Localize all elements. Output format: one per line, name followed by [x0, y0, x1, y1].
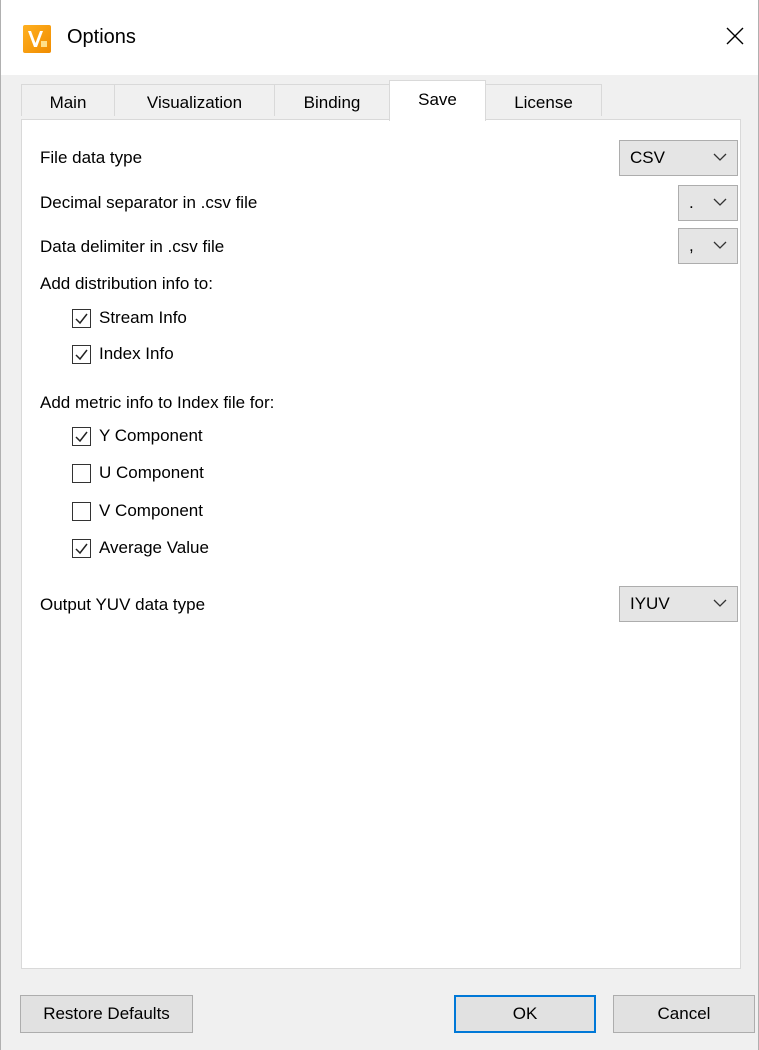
decimal-separator-value: .	[689, 193, 694, 212]
checkbox-label: V Component	[99, 501, 203, 520]
checkbox-box	[72, 501, 91, 521]
checkbox-box	[72, 538, 91, 558]
tab-visualization[interactable]: Visualization	[114, 84, 275, 116]
vq-analyzer-icon	[23, 25, 51, 53]
file-data-type-label: File data type	[40, 148, 143, 167]
checkbox-box	[72, 308, 91, 328]
index-info-checkbox[interactable]: Index Info	[72, 344, 174, 364]
chevron-down-icon	[713, 153, 727, 161]
checkmark-icon	[75, 313, 88, 324]
y-component-checkbox[interactable]: Y Component	[72, 426, 203, 446]
checkbox-label: Stream Info	[99, 308, 187, 327]
output-yuv-value: IYUV	[630, 594, 670, 613]
tab-bar: Main Visualization Binding Save License	[21, 80, 741, 121]
data-delimiter-select[interactable]: ,	[678, 228, 738, 264]
checkmark-icon	[75, 543, 88, 554]
data-delimiter-value: ,	[689, 236, 694, 255]
output-yuv-label: Output YUV data type	[40, 595, 206, 614]
output-yuv-select[interactable]: IYUV	[619, 586, 738, 622]
options-dialog: Options Main Visualization Binding Save …	[0, 0, 759, 1050]
checkmark-icon	[75, 349, 88, 360]
file-data-type-value: CSV	[630, 148, 665, 167]
checkbox-label: Y Component	[99, 426, 203, 445]
chevron-down-icon	[713, 599, 727, 607]
decimal-separator-label: Decimal separator in .csv file	[40, 193, 258, 212]
checkbox-label: Index Info	[99, 344, 174, 363]
checkmark-icon	[75, 431, 88, 442]
checkbox-label: U Component	[99, 463, 204, 482]
window-title: Options	[67, 26, 136, 48]
stream-info-checkbox[interactable]: Stream Info	[72, 308, 187, 328]
data-delimiter-label: Data delimiter in .csv file	[40, 237, 225, 256]
file-data-type-select[interactable]: CSV	[619, 140, 738, 176]
tab-save[interactable]: Save	[389, 80, 486, 121]
save-tab-panel: File data type CSV Decimal separator in …	[21, 119, 741, 969]
v-component-checkbox[interactable]: V Component	[72, 501, 203, 521]
title-bar: Options	[1, 0, 758, 75]
cancel-button[interactable]: Cancel	[613, 995, 755, 1033]
tab-binding[interactable]: Binding	[274, 84, 390, 116]
restore-defaults-button[interactable]: Restore Defaults	[20, 995, 193, 1033]
checkbox-box	[72, 426, 91, 446]
chevron-down-icon	[713, 198, 727, 206]
close-icon	[726, 27, 744, 45]
close-button[interactable]	[713, 16, 757, 56]
u-component-checkbox[interactable]: U Component	[72, 463, 204, 483]
checkbox-box	[72, 344, 91, 364]
checkbox-label: Average Value	[99, 538, 209, 557]
ok-button[interactable]: OK	[454, 995, 596, 1033]
average-value-checkbox[interactable]: Average Value	[72, 538, 209, 558]
tab-license[interactable]: License	[485, 84, 602, 116]
decimal-separator-select[interactable]: .	[678, 185, 738, 221]
distribution-heading: Add distribution info to:	[40, 274, 213, 293]
checkbox-box	[72, 463, 91, 483]
metric-heading: Add metric info to Index file for:	[40, 393, 275, 412]
tab-main[interactable]: Main	[21, 84, 115, 116]
chevron-down-icon	[713, 241, 727, 249]
